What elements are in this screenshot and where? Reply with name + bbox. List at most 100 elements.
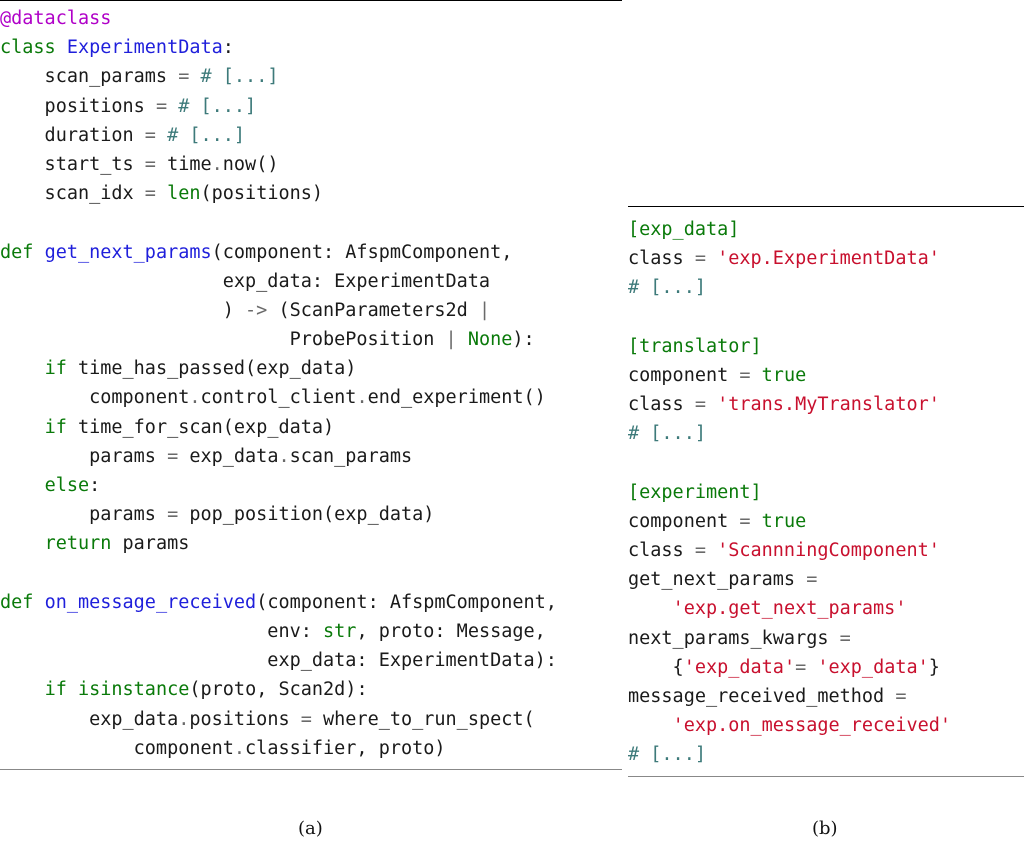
code-token: 'exp.get_next_params' (672, 598, 907, 620)
code-token: component (0, 737, 234, 759)
code-line: scan_params = # [...] (0, 62, 622, 91)
code-token: } (928, 656, 940, 678)
code-line: # [...] (628, 740, 1024, 769)
code-token: [exp_data] (628, 219, 740, 240)
code-token: | (478, 299, 491, 321)
code-line: ​ (628, 449, 1024, 478)
code-token: true (761, 364, 807, 386)
code-token: len (167, 183, 201, 205)
code-token: exp_data (178, 445, 279, 467)
code-token: get_next_params (44, 241, 212, 263)
code-token: = (795, 656, 818, 678)
code-line: message_received_method = (628, 682, 1024, 711)
code-token: return (44, 533, 112, 555)
code-line: 'exp.on_message_received' (628, 711, 1024, 740)
code-token: = (144, 153, 156, 175)
code-token: = (178, 66, 190, 88)
code-token: 'exp.ExperimentData' (717, 248, 940, 270)
code-token: exp_data: ExperimentData): (0, 650, 557, 672)
code-line: else: (0, 471, 622, 500)
code-token: control_client (200, 387, 357, 409)
code-token: class (0, 37, 67, 59)
code-line: {'exp_data'= 'exp_data'} (628, 653, 1024, 682)
bottom-rule-b (628, 775, 1024, 777)
code-line: # [...] (628, 419, 1024, 448)
code-token: component (0, 387, 190, 409)
code-token: get_next_params (628, 569, 807, 591)
code-line: def on_message_received(component: Afspm… (0, 588, 622, 617)
code-line: ​ (628, 303, 1024, 332)
code-line: def get_next_params(component: AfspmComp… (0, 238, 622, 267)
code-token: class (628, 394, 695, 416)
code-line: class = 'trans.MyTranslator' (628, 390, 1024, 419)
code-line: class ExperimentData: (0, 33, 622, 62)
code-line: class = 'exp.ExperimentData' (628, 244, 1024, 273)
code-token: time_for_scan(exp_data) (66, 416, 335, 438)
code-token: exp_data (0, 708, 179, 730)
code-token: = (144, 183, 156, 205)
code-token: . (189, 387, 201, 409)
code-line: if time_for_scan(exp_data) (0, 413, 622, 442)
code-line: component = true (628, 507, 1024, 536)
caption-b: (b) (812, 818, 838, 839)
code-line: [translator] (628, 332, 1024, 361)
code-token: classifier, proto) (245, 737, 446, 759)
code-token: component (628, 364, 740, 386)
code-token: message_received_method (628, 686, 896, 707)
code-line: scan_idx = len(positions) (0, 179, 622, 208)
code-token: = (694, 248, 706, 270)
code-token: scan_idx (0, 183, 145, 205)
code-token: : (222, 37, 234, 59)
code-token: where_to_run_spect( (311, 708, 535, 730)
code-line: start_ts = time.now() (0, 150, 622, 179)
code-line: env: str, proto: Message, (0, 617, 622, 646)
code-token: end_experiment() (367, 387, 546, 409)
code-token: exp_data: ExperimentData (0, 270, 491, 292)
code-token: = (155, 95, 168, 117)
code-token: [translator] (628, 335, 762, 357)
code-line: class = 'ScannningComponent' (628, 536, 1024, 565)
code-token: params (0, 445, 168, 467)
code-token: = (739, 364, 751, 386)
code-line: get_next_params = (628, 565, 1024, 594)
code-token: (ScanParameters2d (267, 299, 479, 321)
code-token: ): (512, 329, 535, 351)
code-line: if isinstance(proto, Scan2d): (0, 675, 622, 704)
code-token: . (233, 737, 246, 759)
code-panel-b: [exp_data]class = 'exp.ExperimentData' # … (628, 206, 1024, 777)
code-token: # [...] (628, 744, 706, 766)
code-token: (positions) (200, 183, 324, 205)
code-token: str (323, 620, 357, 642)
code-line: exp_data: ExperimentData (0, 267, 622, 296)
code-token: (component: AfspmComponent, (211, 241, 513, 263)
code-token: 'trans.MyTranslator' (717, 394, 940, 416)
code-token: # [...] (200, 66, 279, 88)
code-token: class (628, 248, 695, 270)
code-token: ProbePosition (0, 329, 446, 351)
code-token: 'exp_data' (683, 656, 796, 678)
code-token: 'exp_data' (817, 656, 929, 678)
code-line: exp_data: ExperimentData): (0, 646, 622, 675)
code-token: if (44, 358, 67, 380)
code-token: on_message_received (44, 591, 257, 613)
code-token: isinstance (77, 679, 190, 701)
code-token: = (806, 569, 818, 591)
code-token: duration (0, 124, 145, 146)
code-token: params (0, 504, 168, 526)
caption-a: (a) (298, 818, 323, 839)
bottom-rule-a (0, 768, 622, 770)
code-token: 'ScannningComponent' (717, 540, 940, 562)
code-token: = (144, 124, 156, 146)
code-token: = (839, 627, 851, 649)
code-token: = (694, 540, 706, 562)
code-token: @dataclass (0, 8, 112, 29)
code-line: [experiment] (628, 478, 1024, 507)
